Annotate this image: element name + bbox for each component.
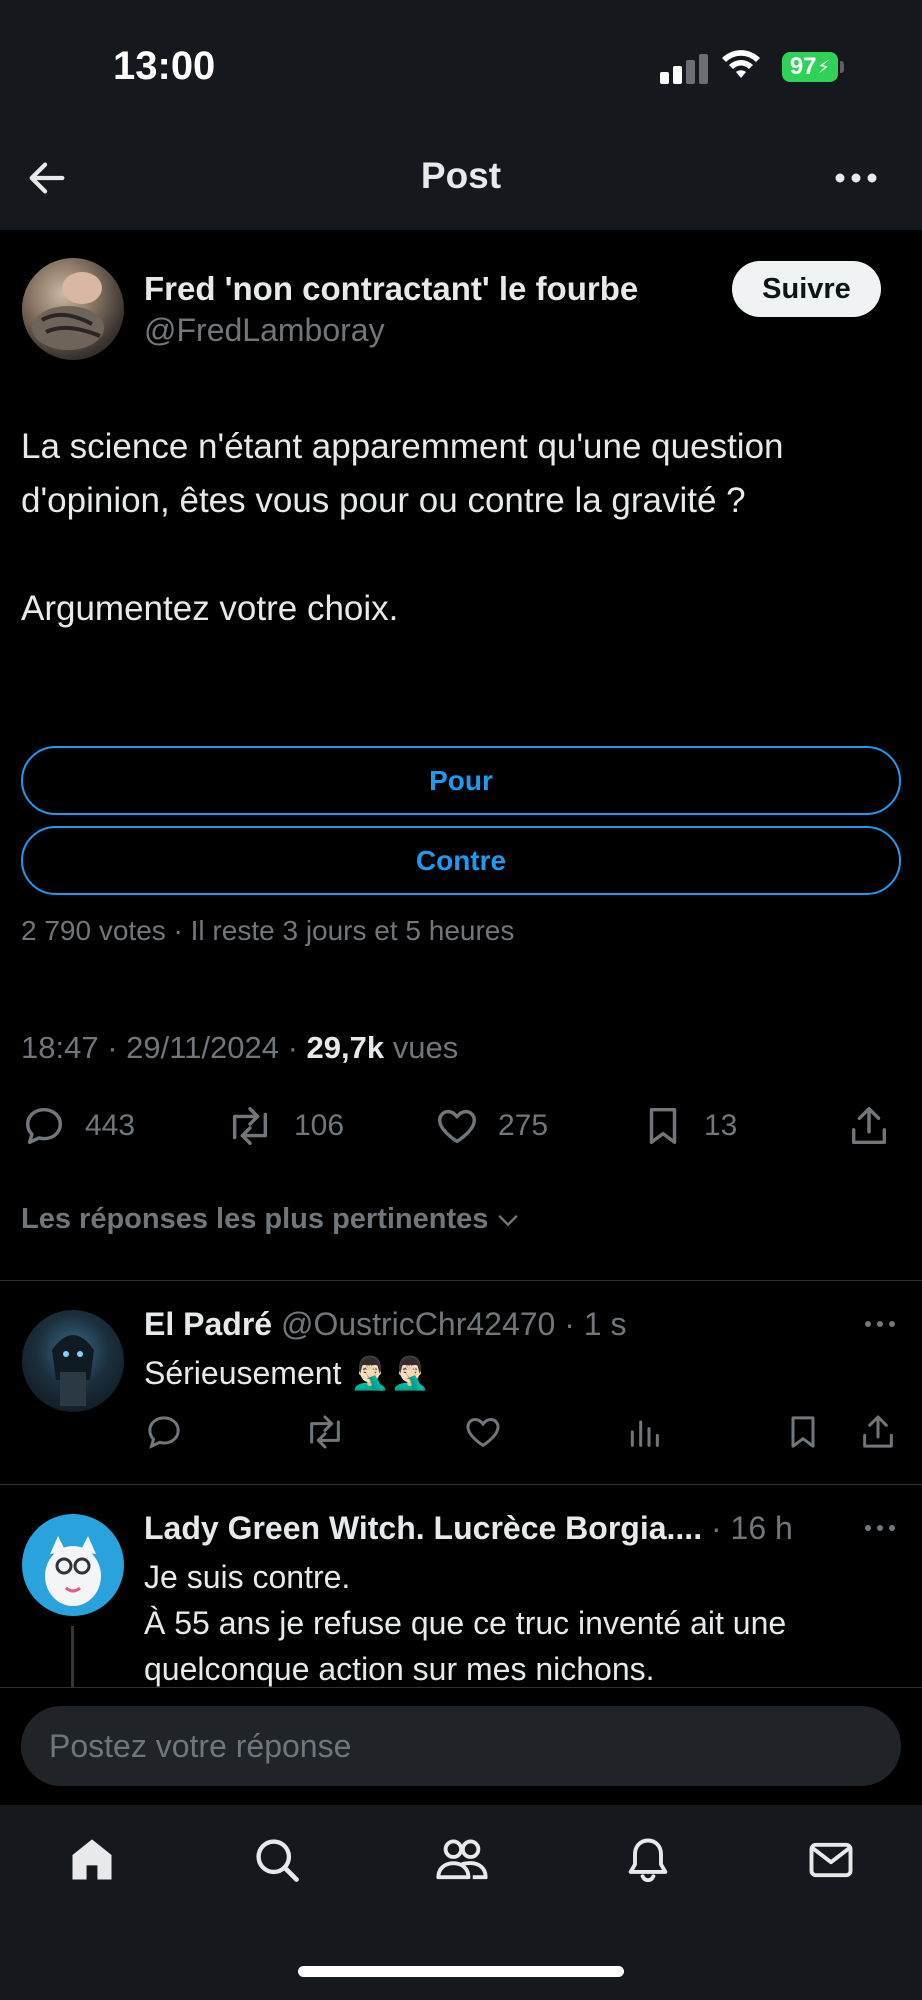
thread-line [71,1626,74,1687]
speech-bubble-icon [25,1107,63,1145]
post-timestamp: 18:47 · 29/11/2024 · 29,7k vues [21,1030,458,1066]
author-avatar[interactable] [22,258,124,360]
reply-meta: · 16 h [702,1510,793,1546]
views-count[interactable]: 29,7k [307,1030,385,1065]
sort-label: Les réponses les plus pertinentes [21,1203,489,1235]
reply-text-line: À 55 ans je refuse que ce truc inventé a… [144,1605,787,1687]
envelope-icon[interactable] [805,1834,857,1891]
like-count: 275 [498,1109,549,1142]
reply-avatar[interactable] [22,1310,124,1412]
bar-chart-icon[interactable] [624,1412,664,1457]
divider [0,1280,922,1281]
poll-option-contre[interactable]: Contre [21,826,901,895]
people-icon[interactable] [434,1834,490,1891]
share-icon [851,1107,887,1145]
bookmark-count: 13 [704,1109,738,1142]
share-action[interactable] [846,1103,892,1149]
heart-icon [438,1109,476,1144]
cellular-signal-icon [660,52,708,84]
wifi-icon [720,48,762,87]
reply-text-line: Je suis contre. [144,1559,351,1595]
home-icon[interactable] [66,1834,118,1891]
reply-header: Lady Green Witch. Lucrèce Borgia.... · 1… [144,1510,793,1547]
bell-icon[interactable] [622,1834,674,1891]
replies-sort-dropdown[interactable]: Les réponses les plus pertinentes [21,1203,522,1236]
heart-icon[interactable] [463,1412,503,1457]
author-handle[interactable]: @FredLamboray [144,312,385,349]
speech-bubble-icon[interactable] [144,1412,184,1457]
post-paragraph: La science n'étant apparemment qu'une qu… [21,427,784,520]
battery-icon: 97 ⚡ [782,52,838,82]
views-label: vues [384,1030,459,1065]
poll-option-pour[interactable]: Pour [21,746,901,815]
bookmark-icon [649,1107,677,1145]
reply-avatar[interactable] [22,1514,124,1616]
repost-action[interactable]: 106 [224,1103,344,1149]
divider [0,1484,922,1485]
reply-input[interactable]: Postez votre réponse [21,1706,901,1786]
reply-author-name[interactable]: Lady Green Witch. Lucrèce Borgia.... [144,1510,702,1546]
search-icon[interactable] [251,1834,303,1891]
repost-icon[interactable] [303,1412,347,1457]
more-horizontal-icon[interactable] [862,1314,898,1339]
bookmark-action[interactable]: 13 [640,1103,737,1149]
post-text: La science n'étant apparemment qu'une qu… [21,420,901,636]
reply-text: Sérieusement 🤦🏻‍♂️🤦🏻‍♂️ [144,1355,431,1391]
status-time: 13:00 [113,44,216,88]
reply-text: Je suis contre. À 55 ans je refuse que c… [144,1554,884,1692]
reply-meta: @OustricChr42470 · 1 s [272,1306,627,1342]
more-horizontal-icon[interactable] [832,158,880,203]
timestamp-text: 18:47 · 29/11/2024 · [21,1030,307,1065]
home-indicator[interactable] [298,1966,624,1977]
follow-button[interactable]: Suivre [732,261,881,317]
repost-count: 106 [294,1109,345,1142]
more-horizontal-icon[interactable] [862,1518,898,1543]
author-name[interactable]: Fred 'non contractant' le fourbe [144,270,638,308]
repost-icon [232,1107,268,1145]
bookmark-icon[interactable] [783,1412,823,1457]
battery-level: 97 [789,53,817,80]
poll-meta: 2 790 votes · Il reste 3 jours et 5 heur… [21,915,515,946]
like-action[interactable]: 275 [434,1103,548,1149]
chevron-down-icon [499,1214,518,1226]
reply-header: El Padré @OustricChr42470 · 1 s [144,1306,626,1343]
battery-nub [840,61,844,73]
page-title: Post [420,155,502,196]
reply-author-name[interactable]: El Padré [144,1306,272,1342]
post-paragraph: Argumentez votre choix. [21,589,399,628]
reply-action[interactable]: 443 [21,1103,135,1149]
reply-count: 443 [85,1109,136,1142]
share-icon[interactable] [858,1412,898,1457]
